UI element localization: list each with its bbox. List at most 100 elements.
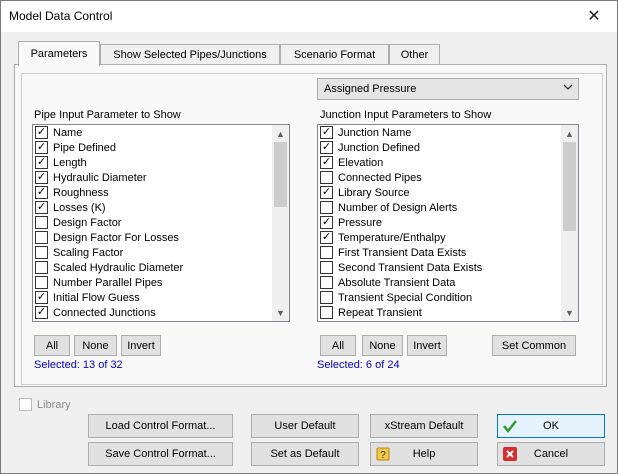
pipe-list-scrollbar[interactable]: ▲ ▼ (272, 125, 289, 321)
checkbox-icon[interactable] (320, 276, 333, 289)
junction-items: ✓ Junction Name ✓ Junction Defined ✓ Elevatio… (318, 125, 561, 321)
scroll-thumb[interactable] (274, 142, 287, 207)
checkbox-icon[interactable] (320, 291, 333, 304)
scroll-up-icon[interactable]: ▲ (272, 125, 289, 142)
set-as-default-button[interactable]: Set as Default (251, 442, 359, 466)
scroll-down-icon[interactable]: ▼ (272, 304, 289, 321)
list-item[interactable]: ✓ Pipe Defined (33, 140, 272, 155)
junction-parameter-list[interactable]: ✓ Junction Name ✓ Junction Defined ✓ Elevatio… (317, 124, 579, 322)
scroll-thumb[interactable] (563, 142, 576, 231)
list-item[interactable]: ✓ Temperature/Enthalpy (318, 230, 561, 245)
list-item[interactable]: ✓ Initial Flow Guess (33, 290, 272, 305)
cancel-button[interactable]: Cancel (497, 442, 605, 466)
checkbox-icon[interactable] (35, 231, 48, 244)
list-item[interactable]: First Transient Data Exists (318, 245, 561, 260)
pipe-parameter-list[interactable]: ✓ Name ✓ Pipe Defined ✓ Length ✓ Hydraulic Diam… (32, 124, 290, 322)
list-item-label: Library Source (338, 186, 410, 199)
junction-none-button[interactable]: None (362, 335, 403, 356)
checked-checkbox-icon[interactable]: ✓ (320, 141, 333, 154)
list-item[interactable]: ✓ Junction Name (318, 125, 561, 140)
list-item[interactable]: Connected Pipes (318, 170, 561, 185)
library-checkbox[interactable]: Library (19, 398, 71, 411)
tab-label: Parameters (30, 48, 88, 60)
pipe-all-button[interactable]: All (34, 335, 70, 356)
checkbox-icon[interactable] (35, 216, 48, 229)
checkbox-icon[interactable] (35, 276, 48, 289)
list-item[interactable]: Second Transient Data Exists (318, 260, 561, 275)
checked-checkbox-icon[interactable]: ✓ (320, 156, 333, 169)
list-item[interactable]: ✓ Junction Defined (318, 140, 561, 155)
list-item[interactable]: ✓ Pressure (318, 215, 561, 230)
list-item[interactable]: Number Parallel Pipes (33, 275, 272, 290)
junction-invert-button[interactable]: Invert (407, 335, 447, 356)
list-item-label: Design Factor (53, 216, 122, 229)
list-item[interactable]: ✓ Name (33, 125, 272, 140)
pipe-items: ✓ Name ✓ Pipe Defined ✓ Length ✓ Hydraulic Diam… (33, 125, 272, 321)
list-item[interactable]: Transient Special Condition (318, 290, 561, 305)
chevron-down-icon (563, 82, 573, 95)
list-item[interactable]: ✓ Losses (K) (33, 200, 272, 215)
svg-text:?: ? (380, 450, 386, 461)
set-common-button[interactable]: Set Common (492, 335, 576, 356)
list-item[interactable]: ✓ Roughness (33, 185, 272, 200)
list-item[interactable]: ✓ Hydraulic Diameter (33, 170, 272, 185)
junction-list-scrollbar[interactable]: ▲ ▼ (561, 125, 578, 321)
list-item-label: Scaled Hydraulic Diameter (53, 261, 184, 274)
list-item[interactable]: ✓ Connected Junctions (33, 305, 272, 320)
save-control-format-button[interactable]: Save Control Format... (88, 442, 233, 466)
pipe-invert-button[interactable]: Invert (121, 335, 161, 356)
user-default-button[interactable]: User Default (251, 414, 359, 438)
checkbox-icon[interactable] (320, 246, 333, 259)
scroll-up-icon[interactable]: ▲ (561, 125, 578, 142)
checkbox-icon[interactable] (35, 246, 48, 259)
checked-checkbox-icon[interactable]: ✓ (35, 306, 48, 319)
tab-show-selected[interactable]: Show Selected Pipes/Junctions (100, 44, 280, 65)
list-item[interactable]: ✓ Library Source (318, 185, 561, 200)
checked-checkbox-icon[interactable]: ✓ (35, 186, 48, 199)
list-item[interactable]: Repeat Transient (318, 305, 561, 320)
list-item[interactable]: Scaled Hydraulic Diameter (33, 260, 272, 275)
list-item[interactable]: ✓ Length (33, 155, 272, 170)
parameter-type-select[interactable]: Assigned Pressure (317, 78, 579, 100)
list-item[interactable]: Design Factor (33, 215, 272, 230)
library-checkbox-box (19, 398, 32, 411)
list-item-label: Second Transient Data Exists (338, 261, 483, 274)
checked-checkbox-icon[interactable]: ✓ (35, 201, 48, 214)
help-book-icon: ? (375, 446, 391, 462)
list-item[interactable]: Absolute Transient Data (318, 275, 561, 290)
checked-checkbox-icon[interactable]: ✓ (320, 231, 333, 244)
checked-checkbox-icon[interactable]: ✓ (35, 126, 48, 139)
checkbox-icon[interactable] (35, 261, 48, 274)
ok-button[interactable]: OK (497, 414, 605, 438)
checked-checkbox-icon[interactable]: ✓ (35, 171, 48, 184)
checked-checkbox-icon[interactable]: ✓ (35, 291, 48, 304)
list-item-label: Repeat Transient (338, 306, 422, 319)
list-item[interactable]: Number of Design Alerts (318, 200, 561, 215)
checked-checkbox-icon[interactable]: ✓ (320, 216, 333, 229)
checkbox-icon[interactable] (320, 306, 333, 319)
xstream-default-button[interactable]: xStream Default (370, 414, 478, 438)
checked-checkbox-icon[interactable]: ✓ (35, 156, 48, 169)
list-item[interactable]: Design Factor For Losses (33, 230, 272, 245)
load-control-format-button[interactable]: Load Control Format... (88, 414, 233, 438)
list-item[interactable]: Scaling Factor (33, 245, 272, 260)
checked-checkbox-icon[interactable]: ✓ (35, 141, 48, 154)
junction-all-button[interactable]: All (320, 335, 356, 356)
tab-label: Scenario Format (293, 49, 376, 61)
checkbox-icon[interactable] (320, 171, 333, 184)
list-item[interactable]: ✓ Elevation (318, 155, 561, 170)
tab-scenario-format[interactable]: Scenario Format (280, 44, 389, 65)
list-item-label: Elevation (338, 156, 384, 169)
junction-list-label: Junction Input Parameters to Show (320, 109, 492, 121)
checkbox-icon[interactable] (320, 261, 333, 274)
checked-checkbox-icon[interactable]: ✓ (320, 186, 333, 199)
help-button[interactable]: ? Help (370, 442, 478, 466)
tab-other[interactable]: Other (389, 44, 440, 65)
checkbox-icon[interactable] (320, 201, 333, 214)
pipe-none-button[interactable]: None (74, 335, 117, 356)
checked-checkbox-icon[interactable]: ✓ (320, 126, 333, 139)
list-item-label: Absolute Transient Data (338, 276, 456, 289)
scroll-down-icon[interactable]: ▼ (561, 304, 578, 321)
tab-parameters[interactable]: Parameters (18, 41, 100, 66)
close-icon[interactable]: ✕ (571, 1, 617, 31)
